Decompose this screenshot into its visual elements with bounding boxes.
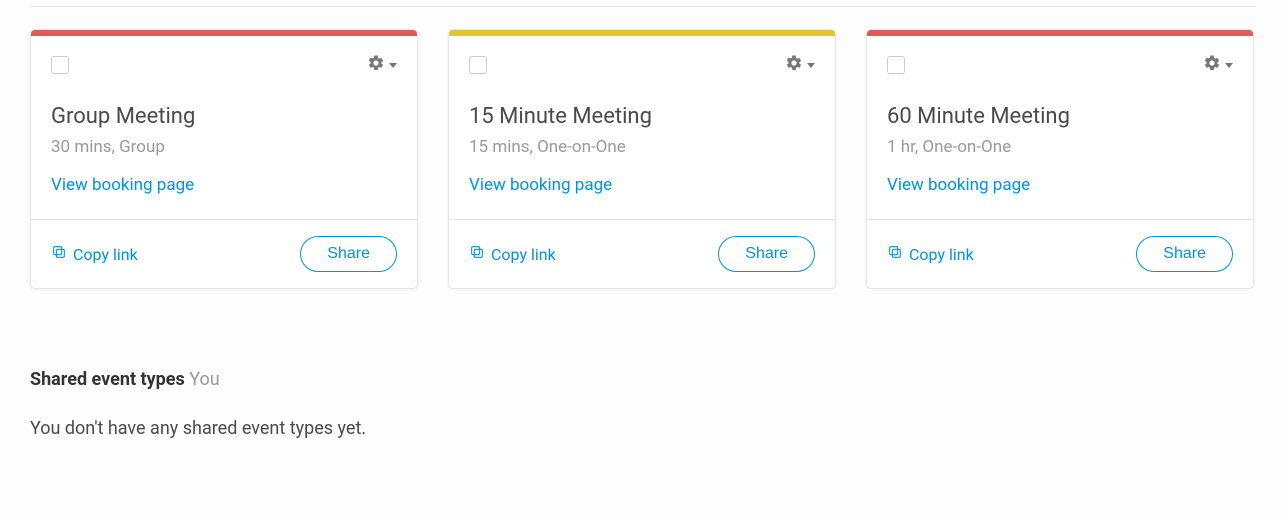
shared-empty-message: You don't have any shared event types ye…: [30, 418, 1256, 439]
event-card: Group Meeting 30 mins, Group View bookin…: [30, 29, 418, 289]
shared-subject: You: [189, 369, 219, 390]
event-cards: Group Meeting 30 mins, Group View bookin…: [30, 29, 1256, 289]
view-booking-link[interactable]: View booking page: [51, 175, 194, 195]
copy-link-button[interactable]: Copy link: [51, 244, 138, 264]
copy-icon: [887, 244, 903, 264]
card-body: Group Meeting 30 mins, Group View bookin…: [31, 36, 417, 219]
share-button[interactable]: Share: [1136, 236, 1233, 272]
share-button[interactable]: Share: [718, 236, 815, 272]
gear-icon: [1203, 54, 1221, 76]
gear-icon: [367, 54, 385, 76]
view-booking-link[interactable]: View booking page: [469, 175, 612, 195]
card-footer: Copy link Share: [449, 219, 835, 288]
card-body: 60 Minute Meeting 1 hr, One-on-One View …: [867, 36, 1253, 219]
select-checkbox[interactable]: [887, 56, 905, 74]
copy-icon: [51, 244, 67, 264]
select-checkbox[interactable]: [469, 56, 487, 74]
share-button[interactable]: Share: [300, 236, 397, 272]
copy-link-label: Copy link: [909, 245, 974, 264]
shared-header: Shared event types You: [30, 369, 1256, 390]
shared-heading: Shared event types: [30, 369, 185, 390]
shared-event-types-section: Shared event types You You don't have an…: [30, 369, 1256, 439]
event-title: 15 Minute Meeting: [469, 104, 815, 129]
view-booking-link[interactable]: View booking page: [887, 175, 1030, 195]
event-card: 60 Minute Meeting 1 hr, One-on-One View …: [866, 29, 1254, 289]
settings-menu[interactable]: [367, 54, 397, 76]
event-subtitle: 15 mins, One-on-One: [469, 137, 815, 157]
caret-down-icon: [1225, 63, 1233, 68]
card-footer: Copy link Share: [867, 219, 1253, 288]
gear-icon: [785, 54, 803, 76]
section-divider: [30, 6, 1256, 7]
copy-link-button[interactable]: Copy link: [469, 244, 556, 264]
event-title: 60 Minute Meeting: [887, 104, 1233, 129]
caret-down-icon: [389, 63, 397, 68]
card-toprow: [469, 54, 815, 76]
event-title: Group Meeting: [51, 104, 397, 129]
select-checkbox[interactable]: [51, 56, 69, 74]
copy-link-button[interactable]: Copy link: [887, 244, 974, 264]
card-body: 15 Minute Meeting 15 mins, One-on-One Vi…: [449, 36, 835, 219]
settings-menu[interactable]: [785, 54, 815, 76]
copy-link-label: Copy link: [491, 245, 556, 264]
event-subtitle: 1 hr, One-on-One: [887, 137, 1233, 157]
caret-down-icon: [807, 63, 815, 68]
card-footer: Copy link Share: [31, 219, 417, 288]
copy-icon: [469, 244, 485, 264]
settings-menu[interactable]: [1203, 54, 1233, 76]
card-toprow: [887, 54, 1233, 76]
event-card: 15 Minute Meeting 15 mins, One-on-One Vi…: [448, 29, 836, 289]
event-subtitle: 30 mins, Group: [51, 137, 397, 157]
copy-link-label: Copy link: [73, 245, 138, 264]
card-toprow: [51, 54, 397, 76]
